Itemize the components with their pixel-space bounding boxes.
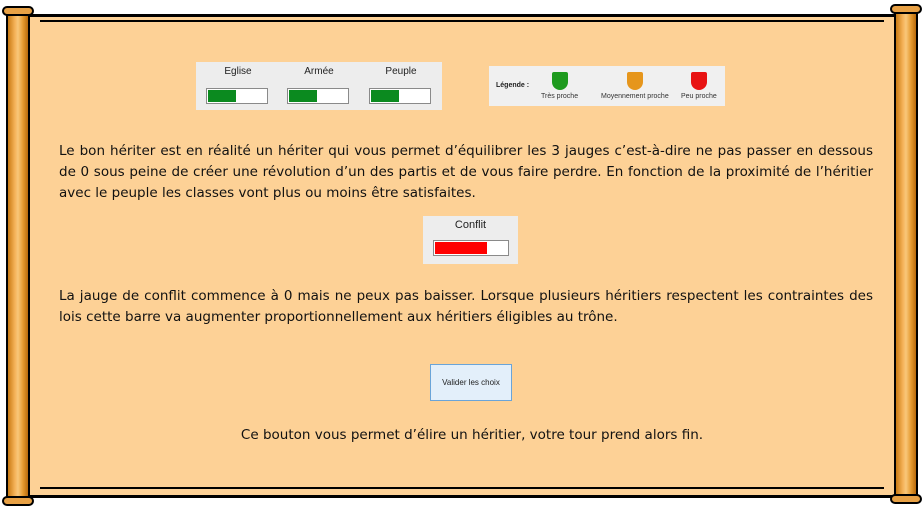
validate-choices-button[interactable]: Valider les choix xyxy=(430,364,512,401)
gauge-peuple: Peuple xyxy=(369,66,433,104)
legend-label: Très proche xyxy=(541,93,579,100)
explanation-paragraph-button: Ce bouton vous permet d’élire un héritie… xyxy=(240,427,704,443)
parchment-bottom-line xyxy=(40,487,884,489)
roller-knob-bottom xyxy=(890,494,922,504)
legend-item-peu-proche: Peu proche xyxy=(681,72,717,100)
explanation-paragraph-gauges: Le bon hériter est en réalité un hériter… xyxy=(59,143,873,201)
gauge-label: Armée xyxy=(304,66,334,77)
conflict-gauge: Conflit xyxy=(423,216,518,264)
gauges-panel: Eglise Armée Peuple xyxy=(196,62,442,110)
gauge-label: Eglise xyxy=(224,66,252,77)
gauge-bar xyxy=(287,88,349,104)
legend-label: Peu proche xyxy=(681,93,717,100)
scroll-roller-left xyxy=(2,6,34,506)
legend-title: Légende : xyxy=(496,82,530,89)
scroll-roller-right xyxy=(890,4,922,504)
orange-shield-icon xyxy=(626,72,643,90)
explanation-paragraph-conflict: La jauge de conflit commence à 0 mais ne… xyxy=(59,288,873,325)
legend-label: Moyennement proche xyxy=(601,93,669,100)
conflict-fill xyxy=(435,242,487,254)
parchment-top-line xyxy=(40,20,884,22)
legend-item-tres-proche: Très proche xyxy=(541,72,578,100)
gauge-fill xyxy=(208,90,236,102)
roller-knob-top xyxy=(890,4,922,14)
legend-panel: Légende : Très proche Moyennement proche… xyxy=(489,66,725,106)
gauge-bar xyxy=(206,88,268,104)
gauge-armee: Armée xyxy=(287,66,351,104)
green-shield-icon xyxy=(551,72,568,90)
conflict-label: Conflit xyxy=(454,219,487,231)
gauge-bar xyxy=(369,88,431,104)
gauge-fill xyxy=(371,90,399,102)
red-shield-icon xyxy=(690,72,707,90)
gauge-fill xyxy=(289,90,317,102)
legend-item-moyennement-proche: Moyennement proche xyxy=(601,72,669,100)
conflict-bar xyxy=(433,240,509,256)
gauge-eglise: Eglise xyxy=(206,66,270,104)
gauge-label: Peuple xyxy=(385,66,417,77)
